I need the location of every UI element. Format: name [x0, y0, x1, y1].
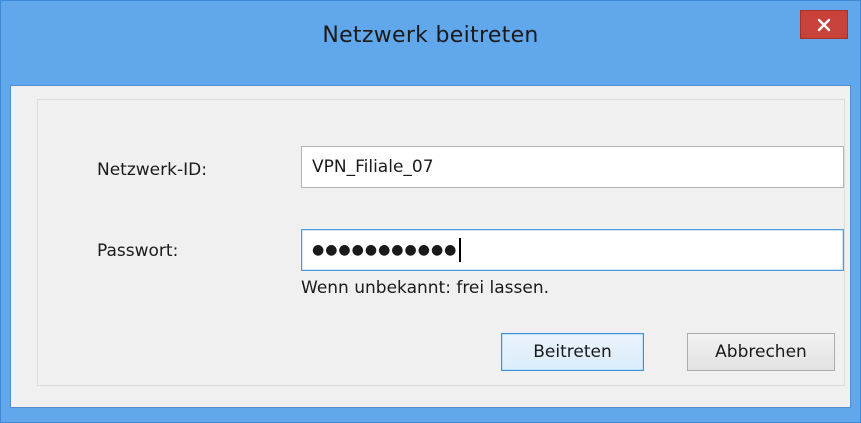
- password-field[interactable]: ●●●●●●●●●●●: [301, 229, 844, 271]
- cancel-button-label: Abbrechen: [715, 342, 807, 362]
- network-id-value: VPN_Filiale_07: [312, 157, 434, 177]
- dialog-body: Netzwerk-ID: VPN_Filiale_07 Passwort: ●●…: [10, 85, 851, 408]
- form-group: Netzwerk-ID: VPN_Filiale_07 Passwort: ●●…: [37, 99, 845, 386]
- join-button-label: Beitreten: [533, 342, 612, 362]
- password-mask: ●●●●●●●●●●●: [312, 242, 458, 258]
- dialog-window: Netzwerk beitreten Netzwerk-ID: VPN_Fili…: [0, 0, 861, 423]
- close-button[interactable]: [800, 10, 848, 39]
- cancel-button[interactable]: Abbrechen: [687, 333, 835, 371]
- password-label: Passwort:: [97, 241, 179, 261]
- text-caret: [459, 238, 462, 262]
- window-title: Netzwerk beitreten: [322, 23, 539, 48]
- network-id-label: Netzwerk-ID:: [97, 160, 207, 180]
- password-hint: Wenn unbekannt: frei lassen.: [301, 278, 550, 298]
- network-id-field[interactable]: VPN_Filiale_07: [301, 146, 844, 188]
- title-bar[interactable]: Netzwerk beitreten: [1, 1, 860, 85]
- join-button[interactable]: Beitreten: [501, 333, 644, 371]
- close-icon: [817, 18, 831, 31]
